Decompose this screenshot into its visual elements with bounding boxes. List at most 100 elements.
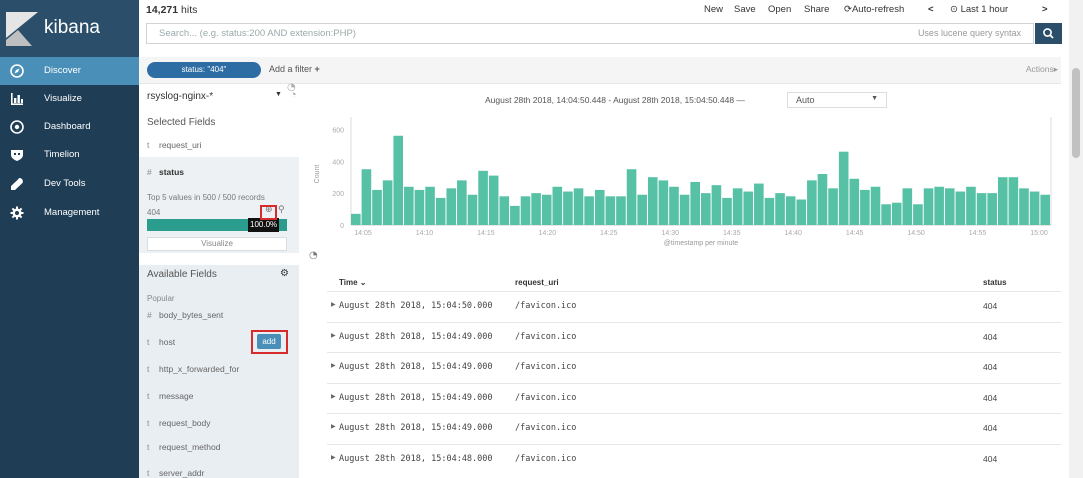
expand-row-icon[interactable]: ▶ <box>331 423 336 430</box>
new-button[interactable]: New <box>704 4 723 15</box>
histogram-bar <box>796 199 807 225</box>
scrollbar-thumb[interactable] <box>1072 68 1080 158</box>
table-row[interactable]: ▶ August 28th 2018, 15:04:49.000/favicon.… <box>327 413 1061 442</box>
expand-row-icon[interactable]: ▶ <box>331 454 336 461</box>
lucene-hint[interactable]: Uses lucene query syntax <box>918 28 1021 38</box>
search-icon <box>1043 28 1054 39</box>
nav-item-visualize[interactable]: Visualize <box>0 85 139 113</box>
cell-time: August 28th 2018, 15:04:49.000 <box>339 423 493 433</box>
cell-status: 404 <box>983 362 998 372</box>
histogram-bar <box>785 196 796 225</box>
chevron-left-icon[interactable]: < <box>928 4 934 15</box>
histogram-bar <box>414 189 425 225</box>
field-name: host <box>159 337 176 347</box>
histogram-bar <box>457 180 467 225</box>
table-row[interactable]: ▶ August 28th 2018, 15:04:49.000/favicon.… <box>327 382 1061 412</box>
table-row[interactable]: ▶ August 28th 2018, 15:04:49.000/favicon.… <box>327 321 1061 351</box>
cell-request-uri: /favicon.ico <box>515 301 577 311</box>
available-fields-title: Available Fields <box>147 269 217 280</box>
chevron-right-icon[interactable]: > <box>1042 4 1048 15</box>
histogram-bar <box>923 188 934 225</box>
column-header-time[interactable]: Time ⌄ <box>339 278 366 287</box>
histogram-bar <box>435 197 446 225</box>
nav-item-management[interactable]: Management <box>0 199 139 227</box>
y-tick-label: 200 <box>332 191 344 198</box>
x-tick-label: 14:20 <box>539 230 557 237</box>
nav-item-dev-tools[interactable]: Dev Tools <box>0 170 139 198</box>
histogram-bar <box>711 185 722 225</box>
table-row[interactable]: ▶ August 28th 2018, 15:04:48.000/favicon.… <box>327 443 1061 473</box>
selected-fields-title: Selected Fields <box>147 117 216 128</box>
histogram-panel: August 28th 2018, 14:04:50.448 - August … <box>287 82 1062 261</box>
field-row-message[interactable]: t message <box>139 384 299 408</box>
table-row[interactable]: ▶ August 28th 2018, 15:04:50.000/favicon.… <box>327 291 1061 320</box>
time-range-button[interactable]: ⊙ Last 1 hour <box>950 4 1008 15</box>
actions-menu[interactable]: Actions▸ <box>1026 64 1058 75</box>
caret-down-icon: ▸ <box>1053 64 1058 74</box>
histogram-bar <box>669 186 679 225</box>
filter-pill[interactable]: status: "404" <box>147 62 261 78</box>
histogram-bar <box>944 188 955 225</box>
field-row-http-x-forwarded-for[interactable]: t http_x_forwarded_for <box>139 357 299 381</box>
field-row-server-addr[interactable]: t server_addr <box>139 461 299 478</box>
histogram-bar <box>594 189 605 225</box>
index-pattern-select[interactable]: rsyslog-nginx-* ▼ ◔ <box>147 89 297 111</box>
nav-item-discover[interactable]: Discover <box>0 57 139 85</box>
expand-row-icon[interactable]: ▶ <box>331 362 336 369</box>
field-type-icon: t <box>147 337 150 347</box>
bar-chart-icon <box>11 93 23 105</box>
histogram-bar <box>913 204 923 225</box>
cell-time: August 28th 2018, 15:04:49.000 <box>339 392 493 403</box>
magnify-icon[interactable]: ⚲ <box>278 205 285 215</box>
column-header-status[interactable]: status <box>983 278 1007 287</box>
highlight-box <box>260 205 277 220</box>
x-tick-label: 14:55 <box>969 230 987 237</box>
field-row-request-uri[interactable]: t request_uri <box>139 133 299 157</box>
hits-count: 14,271 hits <box>146 4 197 16</box>
column-header-request-uri[interactable]: request_uri <box>515 278 559 287</box>
histogram-bar <box>828 188 838 225</box>
histogram-bar <box>754 183 764 225</box>
brand[interactable]: kibana <box>0 0 139 57</box>
field-row-request-body[interactable]: t request_body <box>139 411 299 435</box>
filter-bar: status: "404" Add a filter + Actions▸ <box>139 57 1061 84</box>
caret-down-icon: ▼ <box>275 91 282 98</box>
compass-icon <box>10 64 24 78</box>
nav-label: Discover <box>44 65 81 76</box>
sort-icon[interactable]: ⌄ <box>360 278 367 287</box>
field-row-body-bytes-sent[interactable]: # body_bytes_sent <box>139 303 299 327</box>
field-type-icon: t <box>147 468 150 478</box>
page-scrollbar[interactable] <box>1069 0 1083 478</box>
field-type-icon: t <box>147 364 150 374</box>
expand-row-icon[interactable]: ▶ <box>331 332 336 339</box>
share-button[interactable]: Share <box>804 4 829 15</box>
auto-refresh-button[interactable]: ⟳Auto-refresh <box>844 4 904 15</box>
histogram-chart[interactable]: 0 200 400 600 14:05 14:10 14:15 14:20 14:25 14:30… <box>307 85 1062 260</box>
field-row-status[interactable]: # status <box>139 160 299 180</box>
search-button[interactable] <box>1035 23 1062 44</box>
x-axis-label: @timestamp per minute <box>664 240 739 247</box>
collapse-chart-icon[interactable]: ◔ <box>309 250 318 261</box>
save-button[interactable]: Save <box>734 4 756 15</box>
collapse-icon[interactable]: ◔ <box>287 82 296 93</box>
visualize-button[interactable]: Visualize <box>147 237 287 251</box>
field-row-request-method[interactable]: t request_method <box>139 435 299 459</box>
top-value-label: 404 <box>147 208 161 217</box>
nav-item-dashboard[interactable]: Dashboard <box>0 113 139 141</box>
histogram-bar <box>658 180 669 225</box>
histogram-bar <box>722 197 732 225</box>
expand-row-icon[interactable]: ▶ <box>331 393 336 400</box>
expand-row-icon[interactable]: ▶ <box>331 301 336 308</box>
add-filter-button[interactable]: Add a filter + <box>269 64 320 74</box>
search-input[interactable]: Search... (e.g. status:200 AND extension… <box>146 23 1034 44</box>
histogram-bar <box>764 197 775 225</box>
gear-icon[interactable]: ⚙ <box>280 268 289 279</box>
table-row[interactable]: ▶ August 28th 2018, 15:04:49.000/favicon.… <box>327 352 1061 381</box>
histogram-bar <box>891 202 902 225</box>
histogram-bar <box>732 188 743 225</box>
open-button[interactable]: Open <box>768 4 791 15</box>
field-type-icon: t <box>147 391 150 401</box>
histogram-bar <box>351 213 361 225</box>
nav-item-timelion[interactable]: Timelion <box>0 141 139 169</box>
cell-request-uri: /favicon.ico <box>515 423 577 433</box>
